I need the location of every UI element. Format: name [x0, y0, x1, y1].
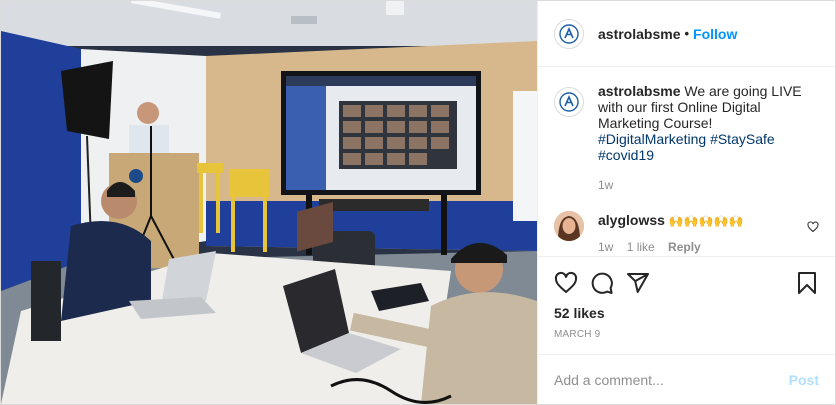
follow-button[interactable]: Follow: [693, 26, 737, 42]
profile-avatar[interactable]: [554, 18, 584, 49]
comment-likes[interactable]: 1 like: [627, 240, 655, 254]
post-header: astrolabsme • Follow: [538, 1, 835, 67]
add-comment-bar: Post: [538, 354, 835, 404]
comment-item: alyglowss 🙌🙌🙌🙌🙌 1w 1 like Reply: [554, 211, 819, 256]
post-photo[interactable]: [1, 1, 537, 404]
hashtag[interactable]: #DigitalMarketing: [598, 131, 706, 147]
caption-username[interactable]: astrolabsme: [598, 83, 680, 99]
comment-bubble-icon[interactable]: [590, 271, 614, 295]
commenter-avatar[interactable]: [554, 211, 584, 241]
reply-button[interactable]: Reply: [668, 240, 701, 254]
post-actions: 52 likes MARCH 9: [538, 256, 835, 354]
post-date[interactable]: MARCH 9: [554, 329, 819, 340]
astrolabs-logo-icon: [559, 23, 579, 44]
paper-plane-icon[interactable]: [626, 271, 650, 295]
comment-time[interactable]: 1w: [598, 240, 613, 254]
post-caption: astrolabsme We are going LIVE with our f…: [554, 83, 819, 193]
heart-icon[interactable]: [554, 271, 578, 295]
like-count[interactable]: 52 likes: [554, 305, 819, 321]
comment-body: alyglowss 🙌🙌🙌🙌🙌 1w 1 like Reply: [598, 211, 819, 256]
header-username[interactable]: astrolabsme: [598, 26, 680, 42]
classroom-photo: [1, 1, 537, 404]
comment-text: 🙌🙌🙌🙌🙌: [668, 214, 744, 228]
instagram-post: astrolabsme • Follow astrolabsme We are …: [0, 0, 836, 405]
caption-body: astrolabsme We are going LIVE with our f…: [598, 83, 819, 193]
comment-username[interactable]: alyglowss: [598, 212, 665, 228]
commenter-photo: [554, 211, 584, 241]
header-separator: •: [684, 26, 690, 41]
comment-meta: 1w 1 like Reply: [598, 238, 819, 256]
small-heart-icon[interactable]: [807, 221, 819, 233]
caption-avatar[interactable]: [554, 87, 584, 117]
comments-area: astrolabsme We are going LIVE with our f…: [538, 67, 835, 256]
hashtag[interactable]: #covid19: [598, 147, 654, 163]
post-comment-button[interactable]: Post: [789, 372, 819, 388]
comment-input[interactable]: [554, 371, 789, 388]
action-row: [554, 263, 819, 303]
astrolabs-logo-icon: [559, 92, 579, 112]
bookmark-icon[interactable]: [795, 271, 819, 295]
hashtag[interactable]: #StaySafe: [710, 131, 775, 147]
caption-time[interactable]: 1w: [598, 177, 819, 193]
post-side-panel: astrolabsme • Follow astrolabsme We are …: [537, 1, 835, 404]
